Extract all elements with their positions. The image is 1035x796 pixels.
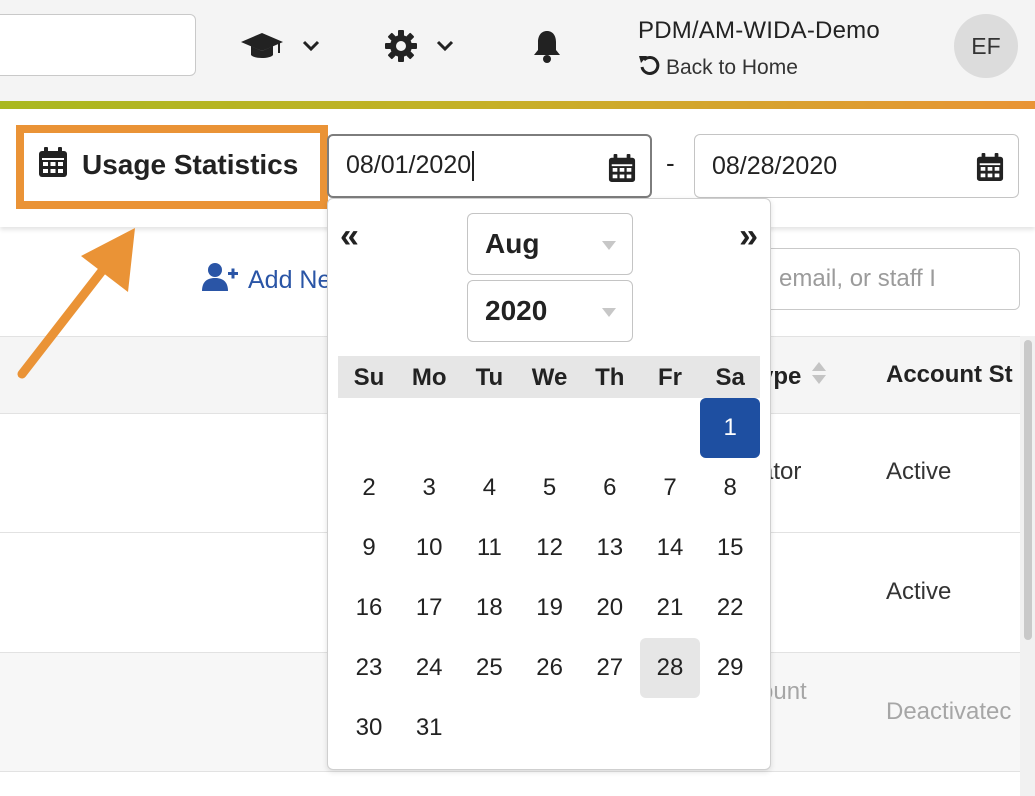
text-caret [472, 151, 475, 182]
end-date-value: 08/28/2020 [712, 151, 838, 180]
weekday-label: Fr [658, 364, 682, 391]
add-user-icon [202, 262, 240, 299]
calendar-day[interactable]: 22 [700, 578, 760, 638]
end-date-input[interactable]: 08/28/2020 [694, 134, 1019, 198]
date-range-separator: - [666, 148, 675, 178]
calendar-day[interactable]: 11 [459, 518, 519, 578]
add-new-user-link[interactable]: Add Ne [202, 262, 331, 299]
calendar-day[interactable]: 25 [459, 638, 519, 698]
calendar-day[interactable]: 27 [580, 638, 640, 698]
calendar-day[interactable]: 15 [700, 518, 760, 578]
calendar-day[interactable]: 23 [339, 638, 399, 698]
weekday-label: Su [353, 364, 385, 391]
calendar-day[interactable]: 12 [520, 518, 580, 578]
chevron-down-icon [436, 40, 454, 52]
calendar-day[interactable]: 16 [339, 578, 399, 638]
header-accent-stripe [0, 101, 1035, 109]
column-header-account-status[interactable]: Account St [886, 361, 1013, 389]
scrollbar-thumb[interactable] [1024, 340, 1032, 640]
calendar-day[interactable]: 13 [580, 518, 640, 578]
table-cell-status: Active [886, 458, 952, 485]
calendar-day[interactable]: 17 [399, 578, 459, 638]
global-search-input[interactable] [0, 14, 196, 76]
calendar-icon[interactable] [976, 151, 1004, 188]
calendar-day[interactable]: 28 [640, 638, 700, 698]
calendar-day[interactable]: 4 [459, 458, 519, 518]
month-select[interactable]: Aug [467, 213, 633, 275]
calendar-day[interactable]: 24 [399, 638, 459, 698]
weekday-label: Th [595, 364, 625, 391]
year-select-value: 2020 [485, 295, 548, 326]
bell-icon [532, 29, 562, 63]
calendar-day[interactable]: 14 [640, 518, 700, 578]
calendar-day[interactable]: 19 [520, 578, 580, 638]
add-new-label: Add Ne [248, 266, 332, 294]
year-select[interactable]: 2020 [467, 280, 633, 342]
table-cell-status: Active [886, 578, 952, 605]
calendar-day[interactable]: 1 [700, 398, 761, 458]
graduation-cap-icon [240, 31, 284, 61]
calendar-day[interactable]: 2 [339, 458, 399, 518]
annotation-arrow [17, 228, 135, 379]
row-divider [0, 771, 1020, 772]
back-to-home-label: Back to Home [666, 56, 798, 79]
calendar-icon[interactable] [608, 152, 636, 189]
calendar-icon [38, 146, 68, 185]
month-select-value: Aug [485, 228, 540, 259]
start-date-input[interactable]: 08/01/2020 [327, 134, 652, 198]
training-menu-button[interactable] [240, 26, 320, 66]
sort-icon [811, 361, 827, 392]
gear-icon [384, 29, 418, 63]
user-search-field[interactable] [740, 248, 1020, 310]
usage-statistics-label: Usage Statistics [82, 149, 299, 180]
calendar-day[interactable]: 29 [700, 638, 760, 698]
date-picker-popup: « » Aug 2020 Su Mo Tu We Th Fr Sa 1 2 3 4 5 6 7 8 9 10 11… [327, 198, 771, 770]
undo-icon [638, 54, 660, 82]
calendar-day[interactable]: 3 [399, 458, 459, 518]
weekday-label: Sa [715, 364, 745, 391]
account-name: PDM/AM-WIDA-Demo [638, 17, 880, 44]
calendar-day[interactable]: 18 [459, 578, 519, 638]
settings-menu-button[interactable] [384, 26, 454, 66]
calendar-day[interactable]: 10 [399, 518, 459, 578]
calendar-day[interactable]: 20 [580, 578, 640, 638]
back-to-home-link[interactable]: Back to Home [638, 54, 798, 82]
notifications-button[interactable] [532, 26, 562, 66]
calendar-day[interactable]: 31 [399, 698, 459, 758]
chevron-down-icon [302, 40, 320, 52]
weekday-label: Mo [411, 364, 447, 391]
dropdown-caret-icon [602, 308, 616, 317]
avatar-initials: EF [971, 32, 1001, 59]
column-header-account-status-label: Account St [886, 361, 1013, 388]
dropdown-caret-icon [602, 241, 616, 250]
calendar-day[interactable]: 6 [580, 458, 640, 518]
weekday-label: We [531, 364, 568, 391]
calendar-day[interactable]: 21 [640, 578, 700, 638]
start-date-value: 08/01/2020 [346, 150, 472, 179]
table-cell-status: Deactivatec [886, 698, 1012, 725]
calendar-day[interactable]: 7 [640, 458, 700, 518]
user-avatar[interactable]: EF [954, 14, 1018, 78]
user-search-input[interactable] [741, 249, 1019, 309]
next-month-button[interactable]: » [739, 219, 758, 253]
calendar-day[interactable]: 30 [339, 698, 399, 758]
usage-statistics-button[interactable]: Usage Statistics [38, 145, 298, 185]
previous-month-button[interactable]: « [340, 219, 359, 253]
calendar-day[interactable]: 8 [700, 458, 760, 518]
calendar-day[interactable]: 5 [520, 458, 580, 518]
calendar-day[interactable]: 9 [339, 518, 399, 578]
calendar-day[interactable]: 26 [520, 638, 580, 698]
weekday-label: Tu [475, 364, 504, 391]
